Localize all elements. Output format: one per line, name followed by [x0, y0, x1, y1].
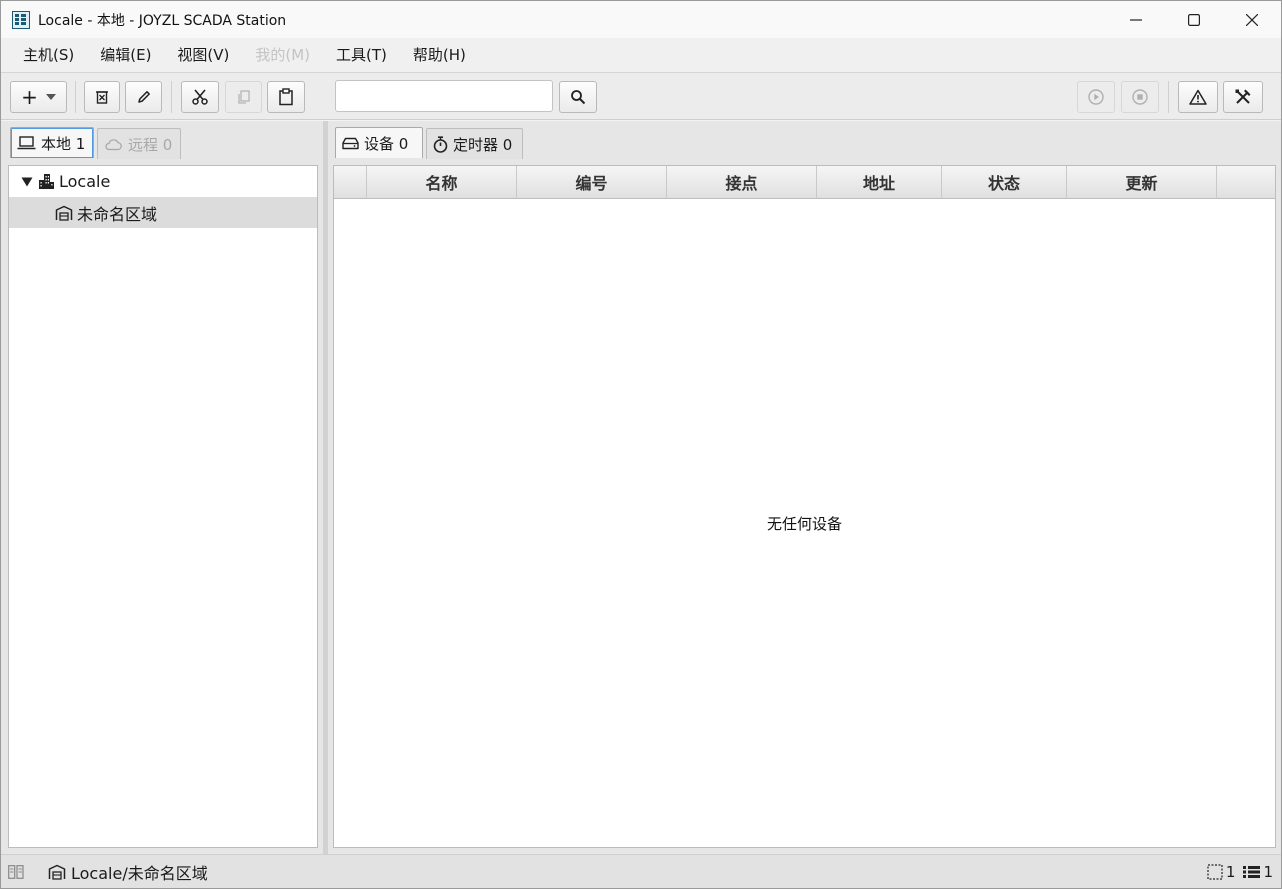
app-grid-icon	[12, 10, 30, 29]
selection-icon	[1207, 864, 1223, 880]
list-count: 1	[1263, 863, 1273, 881]
stop-button	[1121, 81, 1159, 113]
column-header-points[interactable]: 接点	[667, 166, 817, 199]
pencil-icon	[137, 91, 150, 103]
tab-local-label: 本地 1	[41, 134, 86, 153]
device-table: 名称 编号 接点 地址 状态 更新 无任何设备	[333, 165, 1276, 848]
tools-button[interactable]	[1223, 81, 1263, 113]
tab-timers[interactable]: 定时器 0	[426, 128, 523, 159]
search-icon	[571, 90, 586, 105]
toolbar-separator	[171, 81, 172, 113]
status-bar: Locale/未命名区域 1 1	[1, 854, 1281, 888]
app-window: Locale - 本地 - JOYZL SCADA Station 主机(S) …	[0, 0, 1282, 889]
close-icon	[1246, 13, 1258, 26]
minimize-button[interactable]	[1107, 1, 1165, 38]
chevron-down-icon	[45, 94, 56, 100]
search-input[interactable]	[335, 80, 553, 112]
delete-icon	[96, 91, 108, 104]
clipboard-icon	[279, 88, 293, 106]
toolbar-separator	[1168, 81, 1169, 113]
warehouse-icon	[48, 864, 66, 880]
host-tree: Locale 未命名区域	[8, 165, 318, 848]
buildings-icon	[39, 174, 54, 189]
menu-mine: 我的(M)	[255, 45, 311, 64]
column-header-updated[interactable]: 更新	[1067, 166, 1217, 199]
add-label: +	[21, 85, 38, 109]
menu-tools[interactable]: 工具(T)	[324, 38, 399, 73]
selection-count: 1	[1225, 863, 1236, 881]
play-circle-icon	[1088, 89, 1104, 105]
tab-devices[interactable]: 设备 0	[335, 127, 423, 158]
search-button[interactable]	[559, 81, 597, 113]
maximize-button[interactable]	[1165, 1, 1223, 38]
minimize-icon	[1130, 18, 1142, 21]
add-dropdown-button[interactable]: +	[10, 81, 67, 113]
window-title: Locale - 本地 - JOYZL SCADA Station	[38, 12, 287, 29]
delete-button[interactable]	[84, 81, 120, 113]
expand-triangle-icon[interactable]	[21, 177, 33, 187]
toolbar-separator	[75, 81, 76, 113]
edit-button[interactable]	[125, 81, 162, 113]
tree-node-root[interactable]: Locale	[9, 166, 317, 197]
tree-node-root-label: Locale	[59, 172, 111, 191]
window-controls	[1107, 1, 1281, 38]
list-icon	[1243, 866, 1261, 878]
menu-edit[interactable]: 编辑(E)	[88, 38, 163, 73]
maximize-icon	[1188, 13, 1200, 26]
panels-toggle-icon[interactable]	[8, 865, 24, 879]
toolbar: +	[1, 73, 1281, 120]
scissors-icon	[192, 89, 208, 105]
stopwatch-icon	[433, 135, 448, 153]
column-header-number[interactable]: 编号	[517, 166, 667, 199]
title-bar: Locale - 本地 - JOYZL SCADA Station	[1, 1, 1281, 38]
close-button[interactable]	[1223, 1, 1281, 38]
status-path: Locale/未命名区域	[48, 855, 208, 889]
column-header-filler	[1217, 166, 1275, 199]
menu-bar: 主机(S) 编辑(E) 视图(V) 我的(M) 工具(T) 帮助(H)	[1, 38, 1281, 73]
copy-button	[225, 81, 262, 113]
warning-icon	[1189, 89, 1207, 105]
tab-local[interactable]: 本地 1	[10, 127, 94, 158]
alarm-button[interactable]	[1178, 81, 1218, 113]
paste-button[interactable]	[267, 81, 305, 113]
tab-remote[interactable]: 远程 0	[97, 128, 181, 159]
status-path-label: Locale/未命名区域	[71, 864, 208, 883]
cut-button[interactable]	[181, 81, 219, 113]
tools-icon	[1235, 89, 1251, 104]
tab-devices-label: 设备 0	[364, 134, 409, 153]
column-header-select[interactable]	[334, 166, 367, 199]
menu-host[interactable]: 主机(S)	[11, 38, 86, 73]
drive-icon	[342, 137, 359, 149]
menu-help[interactable]: 帮助(H)	[401, 38, 478, 73]
warehouse-icon	[55, 205, 73, 221]
column-header-status[interactable]: 状态	[942, 166, 1067, 199]
tab-timers-label: 定时器 0	[453, 135, 513, 154]
empty-table-message: 无任何设备	[766, 515, 842, 533]
menu-view[interactable]: 视图(V)	[165, 38, 241, 73]
stop-circle-icon	[1132, 89, 1148, 105]
column-header-name[interactable]: 名称	[367, 166, 517, 199]
table-header: 名称 编号 接点 地址 状态 更新	[334, 166, 1275, 199]
tab-remote-label: 远程 0	[128, 135, 173, 154]
column-header-address[interactable]: 地址	[817, 166, 942, 199]
laptop-icon	[17, 136, 36, 150]
copy-icon	[237, 90, 250, 104]
tree-node-area-label: 未命名区域	[77, 204, 158, 224]
tree-node-area[interactable]: 未命名区域	[9, 197, 317, 228]
cloud-icon	[105, 139, 122, 151]
start-button	[1077, 81, 1115, 113]
status-counters: 1 1	[1207, 855, 1273, 889]
